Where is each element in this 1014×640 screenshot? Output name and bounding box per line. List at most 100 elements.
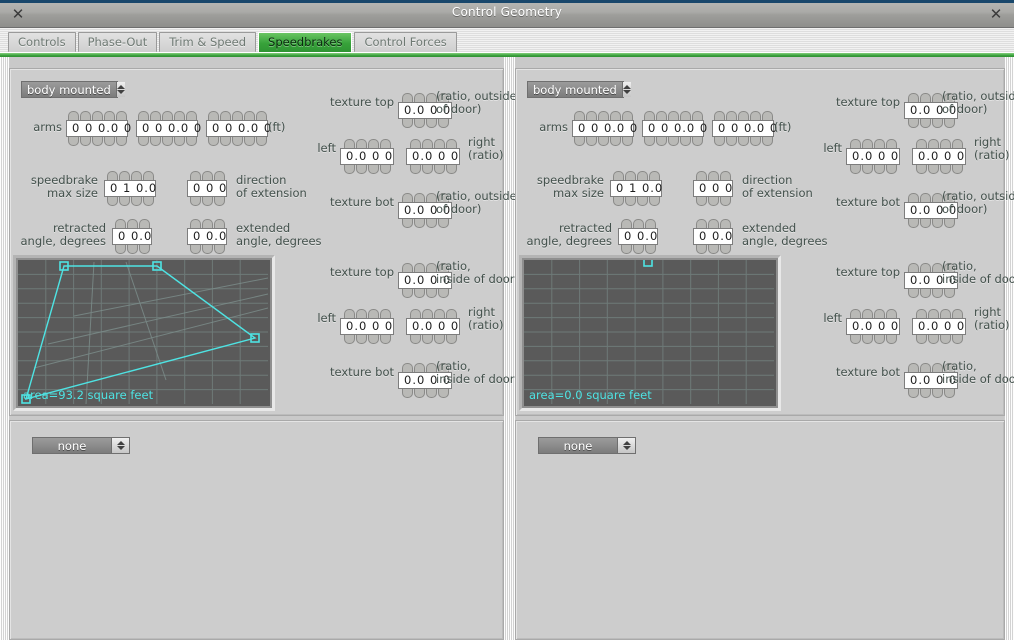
stepper-down-arrow[interactable] (620, 245, 632, 254)
numeric-stepper[interactable]: 0 0 0.0 0 (642, 111, 707, 146)
stepper-up-arrow[interactable] (425, 363, 437, 372)
stepper-down-arrow[interactable] (201, 245, 213, 254)
numeric-value[interactable]: 0 0.0 (112, 228, 152, 245)
stepper-down-arrow[interactable] (632, 245, 644, 254)
stepper-down-arrow[interactable] (624, 197, 636, 206)
stepper-up-arrow[interactable] (401, 93, 413, 102)
stepper-up-arrow[interactable] (644, 219, 656, 228)
tab-phase-out[interactable]: Phase-Out (77, 32, 158, 52)
stepper-down-arrows[interactable] (106, 197, 154, 206)
stepper-down-arrow[interactable] (907, 219, 919, 228)
stepper-up-arrow[interactable] (409, 309, 421, 318)
stepper-up-arrow[interactable] (919, 363, 931, 372)
stepper-down-arrow[interactable] (67, 137, 79, 146)
tab-trim-speed[interactable]: Trim & Speed (159, 32, 257, 52)
stepper-up-arrow[interactable] (885, 139, 897, 148)
stepper-down-arrow[interactable] (725, 137, 737, 146)
stepper-down-arrow[interactable] (425, 289, 437, 298)
stepper-down-arrow[interactable] (621, 137, 633, 146)
stepper-up-arrow[interactable] (355, 139, 367, 148)
stepper-up-arrow[interactable] (873, 309, 885, 318)
tab-controls[interactable]: Controls (8, 32, 76, 52)
stepper-up-arrow[interactable] (849, 309, 861, 318)
stepper-down-arrows[interactable] (713, 137, 773, 146)
stepper-down-arrow[interactable] (118, 197, 130, 206)
stepper-up-arrows[interactable] (189, 171, 225, 180)
stepper-up-arrow[interactable] (401, 263, 413, 272)
stepper-up-arrow[interactable] (636, 171, 648, 180)
stepper-down-arrows[interactable] (207, 137, 267, 146)
stepper-down-arrow[interactable] (907, 389, 919, 398)
stepper-down-arrow[interactable] (437, 219, 449, 228)
stepper-up-arrow[interactable] (401, 193, 413, 202)
stepper-down-arrows[interactable] (343, 335, 391, 344)
stepper-up-arrow[interactable] (379, 139, 391, 148)
stepper-down-arrow[interactable] (707, 245, 719, 254)
stepper-up-arrows[interactable] (915, 139, 963, 148)
stepper-down-arrow[interactable] (115, 137, 127, 146)
stepper-down-arrow[interactable] (695, 197, 707, 206)
stepper-down-arrow[interactable] (939, 165, 951, 174)
stepper-up-arrow[interactable] (367, 139, 379, 148)
stepper-up-arrow[interactable] (67, 111, 79, 120)
stepper-up-arrow[interactable] (343, 139, 355, 148)
stepper-up-arrows[interactable] (612, 171, 660, 180)
stepper-up-arrow[interactable] (118, 171, 130, 180)
stepper-down-arrow[interactable] (189, 245, 201, 254)
stepper-up-arrow[interactable] (707, 171, 719, 180)
stepper-down-arrow[interactable] (425, 219, 437, 228)
chevron-updown-icon[interactable] (621, 82, 631, 97)
numeric-stepper[interactable]: 0 0 0.0 0 (206, 111, 271, 146)
stepper-up-arrow[interactable] (691, 111, 703, 120)
stepper-up-arrows[interactable] (849, 139, 897, 148)
stepper-down-arrow[interactable] (142, 197, 154, 206)
numeric-value[interactable]: 0 0 0.0 0 (136, 120, 201, 137)
stepper-down-arrow[interactable] (849, 165, 861, 174)
stepper-down-arrow[interactable] (401, 289, 413, 298)
stepper-down-arrow[interactable] (695, 245, 707, 254)
stepper-down-arrow[interactable] (421, 165, 433, 174)
stepper-down-arrow[interactable] (927, 165, 939, 174)
numeric-stepper[interactable]: 0 1 0.0 (104, 171, 156, 206)
stepper-down-arrow[interactable] (413, 389, 425, 398)
stepper-up-arrow[interactable] (624, 171, 636, 180)
numeric-value[interactable]: 0 0.0 (693, 228, 733, 245)
stepper-up-arrows[interactable] (849, 309, 897, 318)
stepper-up-arrow[interactable] (695, 219, 707, 228)
stepper-down-arrow[interactable] (931, 289, 943, 298)
stepper-down-arrow[interactable] (413, 219, 425, 228)
stepper-down-arrow[interactable] (713, 137, 725, 146)
stepper-up-arrow[interactable] (425, 263, 437, 272)
stepper-up-arrow[interactable] (707, 219, 719, 228)
stepper-up-arrow[interactable] (749, 111, 761, 120)
numeric-stepper[interactable]: 0 0.0 (618, 219, 658, 254)
tab-control-forces[interactable]: Control Forces (354, 32, 457, 52)
numeric-stepper[interactable]: 0.0 0 0 (846, 309, 900, 344)
numeric-value[interactable]: 0 0 0.0 0 (206, 120, 271, 137)
tab-speedbrakes[interactable]: Speedbrakes (258, 32, 353, 52)
stepper-up-arrow[interactable] (138, 219, 150, 228)
stepper-up-arrows[interactable] (114, 219, 150, 228)
stepper-up-arrow[interactable] (861, 139, 873, 148)
numeric-stepper[interactable]: 0 0 0.0 0 (66, 111, 131, 146)
stepper-down-arrow[interactable] (939, 335, 951, 344)
stepper-down-arrow[interactable] (413, 289, 425, 298)
stepper-up-arrow[interactable] (142, 171, 154, 180)
stepper-down-arrow[interactable] (413, 119, 425, 128)
stepper-up-arrow[interactable] (873, 139, 885, 148)
stepper-up-arrow[interactable] (255, 111, 267, 120)
area-canvas[interactable]: area=93.2 square feet (18, 260, 270, 406)
stepper-up-arrows[interactable] (137, 111, 197, 120)
area-canvas[interactable]: area=0.0 square feet (524, 260, 776, 406)
stepper-down-arrow[interactable] (737, 137, 749, 146)
stepper-down-arrows[interactable] (907, 389, 955, 398)
stepper-up-arrows[interactable] (713, 111, 773, 120)
stepper-down-arrow[interactable] (691, 137, 703, 146)
stepper-up-arrows[interactable] (573, 111, 633, 120)
stepper-up-arrows[interactable] (620, 219, 656, 228)
stepper-up-arrow[interactable] (185, 111, 197, 120)
numeric-value[interactable]: 0.0 0 0 (846, 148, 900, 165)
stepper-down-arrow[interactable] (573, 137, 585, 146)
stepper-down-arrow[interactable] (255, 137, 267, 146)
stepper-down-arrow[interactable] (343, 165, 355, 174)
